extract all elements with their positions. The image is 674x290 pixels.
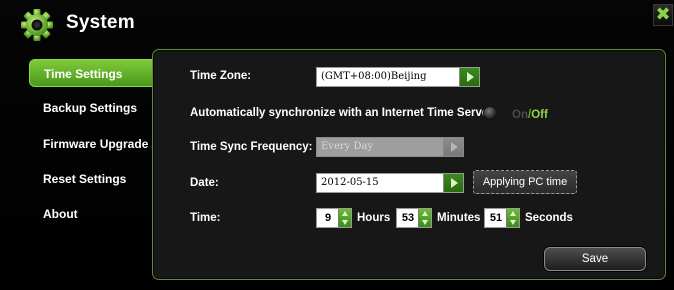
minutes-stepper[interactable]: 53 bbox=[396, 208, 432, 228]
apply-pc-time-button[interactable]: Applying PC time bbox=[473, 170, 577, 194]
sync-frequency-dropdown-icon[interactable] bbox=[443, 138, 463, 156]
hours-stepper-buttons[interactable] bbox=[338, 209, 351, 227]
time-zone-dropdown-icon[interactable] bbox=[459, 68, 479, 86]
off-option[interactable]: Off bbox=[531, 109, 548, 121]
minutes-unit: Minutes bbox=[437, 212, 481, 224]
close-button[interactable]: ✖ bbox=[653, 4, 673, 26]
sync-frequency-value: Every Day bbox=[321, 141, 374, 152]
save-button[interactable]: Save bbox=[544, 247, 646, 271]
decrement-icon[interactable] bbox=[510, 220, 516, 225]
sync-frequency-label: Time Sync Frequency: bbox=[190, 141, 313, 153]
time-zone-value: (GMT+08:00)Beijing bbox=[321, 71, 427, 82]
time-zone-label: Time Zone: bbox=[190, 70, 252, 82]
auto-sync-radio[interactable] bbox=[483, 106, 497, 120]
hours-value[interactable]: 9 bbox=[317, 209, 339, 227]
decrement-icon[interactable] bbox=[342, 220, 348, 225]
hours-stepper[interactable]: 9 bbox=[316, 208, 352, 228]
sidebar-item-about[interactable]: About bbox=[29, 200, 153, 228]
page-title: System bbox=[66, 12, 135, 33]
hours-unit: Hours bbox=[357, 212, 391, 224]
auto-sync-toggle[interactable]: On/Off bbox=[512, 109, 548, 121]
minutes-value[interactable]: 53 bbox=[397, 209, 419, 227]
sidebar-item-backup-settings[interactable]: Backup Settings bbox=[29, 94, 153, 122]
seconds-unit: Seconds bbox=[525, 212, 573, 224]
date-value: 2012-05-15 bbox=[321, 177, 379, 188]
on-option[interactable]: On bbox=[512, 109, 528, 121]
auto-sync-label: Automatically synchronize with an Intern… bbox=[190, 107, 497, 119]
gear-icon bbox=[21, 9, 53, 41]
time-label: Time: bbox=[190, 212, 221, 224]
increment-icon[interactable] bbox=[422, 211, 428, 216]
seconds-stepper[interactable]: 51 bbox=[484, 208, 520, 228]
sidebar-item-reset-settings[interactable]: Reset Settings bbox=[29, 165, 153, 193]
sidebar-item-time-settings[interactable]: Time Settings bbox=[29, 59, 153, 87]
decrement-icon[interactable] bbox=[422, 220, 428, 225]
sync-frequency-select[interactable]: Every Day bbox=[316, 137, 464, 157]
date-input[interactable]: 2012-05-15 bbox=[316, 173, 464, 193]
increment-icon[interactable] bbox=[342, 211, 348, 216]
seconds-value[interactable]: 51 bbox=[485, 209, 507, 227]
date-picker-icon[interactable] bbox=[443, 174, 463, 192]
system-window: System ✖ Time Settings Backup Settings F… bbox=[0, 0, 674, 290]
time-zone-select[interactable]: (GMT+08:00)Beijing bbox=[316, 67, 480, 87]
seconds-stepper-buttons[interactable] bbox=[506, 209, 519, 227]
minutes-stepper-buttons[interactable] bbox=[418, 209, 431, 227]
date-label: Date: bbox=[190, 177, 219, 189]
increment-icon[interactable] bbox=[510, 211, 516, 216]
sidebar-item-firmware-upgrade[interactable]: Firmware Upgrade bbox=[29, 130, 153, 158]
